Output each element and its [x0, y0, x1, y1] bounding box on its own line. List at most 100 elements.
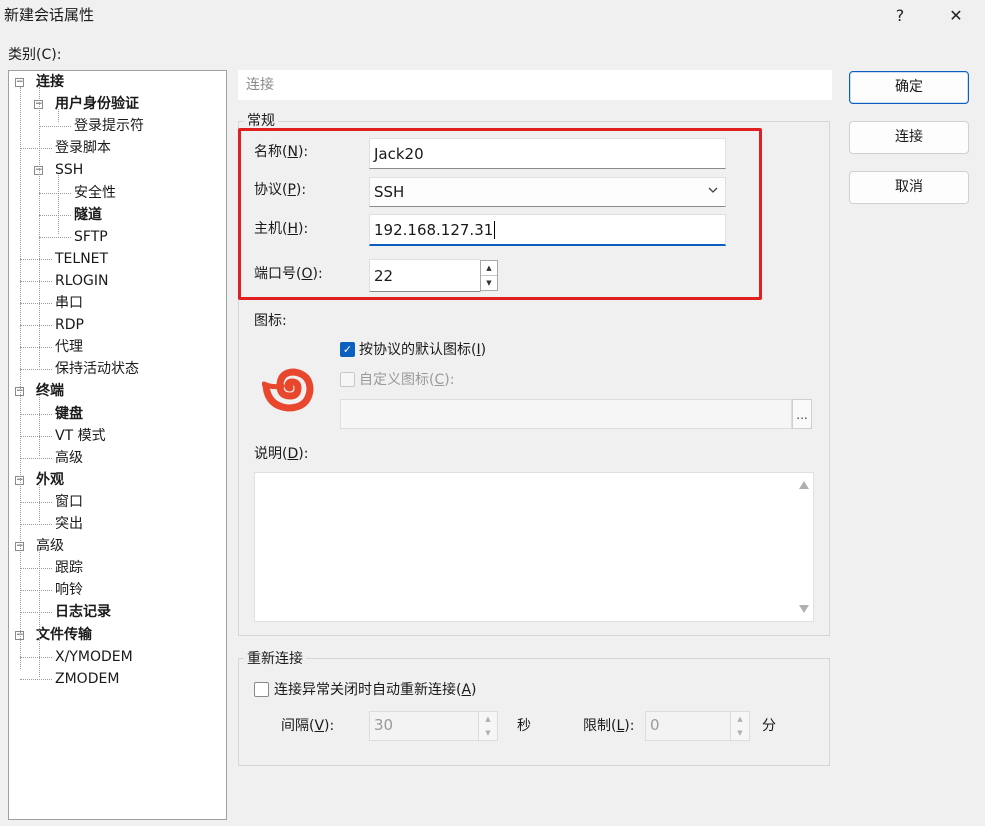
tree-item[interactable]: 登录脚本 — [55, 137, 111, 159]
auto-reconnect-label[interactable]: 连接异常关闭时自动重新连接(A) — [274, 680, 477, 700]
default-icon-label[interactable]: 按协议的默认图标(I) — [359, 340, 486, 360]
ok-button[interactable]: 确定 — [849, 71, 969, 104]
tree-connector — [39, 549, 40, 633]
tree-connector — [39, 192, 71, 194]
tree-connector — [58, 175, 59, 234]
limit-field: 0 — [645, 711, 731, 741]
limit-spinner: ▲ ▼ — [730, 711, 750, 741]
tree-connector — [20, 524, 52, 525]
spin-down-icon: ▼ — [485, 729, 491, 737]
tree-connector — [39, 126, 71, 128]
description-scrollbar[interactable] — [795, 473, 813, 621]
spin-up-icon: ▲ — [737, 715, 743, 723]
tree-item[interactable]: 代理 — [55, 336, 83, 358]
connect-button[interactable]: 连接 — [849, 121, 969, 154]
description-label: 说明(D): — [254, 444, 308, 464]
tree-item[interactable]: 文件传输 — [36, 624, 92, 646]
tree-item[interactable]: 终端 — [36, 380, 64, 402]
default-icon-checkbox[interactable]: ✓ — [340, 342, 355, 357]
interval-post: ): — [324, 718, 335, 734]
custom-icon-pre: 自定义图标( — [359, 372, 435, 388]
tree-item[interactable]: 跟踪 — [55, 557, 83, 579]
tree-item[interactable]: 突出 — [55, 513, 83, 535]
tree-connector — [20, 568, 52, 570]
desc-label-pre: 说明( — [254, 446, 288, 462]
scroll-down-icon[interactable] — [799, 605, 809, 613]
tree-item[interactable]: 保持活动状态 — [55, 358, 139, 380]
spin-up-icon: ▲ — [485, 715, 491, 723]
tree-item[interactable]: RDP — [55, 314, 84, 336]
tree-item[interactable]: 安全性 — [74, 182, 116, 204]
tree-item[interactable]: SFTP — [74, 226, 108, 248]
tree-connector — [20, 612, 52, 614]
help-button[interactable]: ? — [878, 0, 922, 30]
default-icon-pre: 按协议的默认图标( — [359, 342, 477, 358]
tree-item[interactable]: 高级 — [55, 447, 83, 469]
tree-connector — [39, 236, 71, 238]
tree-connector — [20, 501, 52, 503]
desc-hotkey: D — [287, 446, 299, 462]
reconnect-group-title: 重新连接 — [244, 650, 306, 668]
tree-connector — [20, 590, 52, 592]
interval-unit: 秒 — [517, 718, 531, 734]
category-tree[interactable]: 连接 − 用户身份验证 − 登录提示符 登录脚本 SSH − 安全性 隧道 SFTP TELNET RL… — [8, 70, 227, 820]
tree-connector — [20, 325, 52, 327]
desc-label-post: ): — [298, 446, 309, 462]
auto-reconnect-checkbox[interactable] — [254, 682, 269, 697]
tree-item[interactable]: VT 模式 — [55, 425, 106, 447]
tree-item[interactable]: 用户身份验证 — [55, 93, 139, 115]
custom-icon-hotkey: C — [434, 372, 445, 388]
swirl-shell-icon — [261, 366, 314, 412]
tree-item[interactable]: 外观 — [36, 469, 64, 491]
tree-item[interactable]: RLOGIN — [55, 270, 109, 292]
interval-label: 间隔(V): — [281, 716, 334, 736]
tree-item[interactable]: 登录提示符 — [74, 115, 144, 137]
limit-value: 0 — [650, 716, 660, 734]
limit-post: ): — [624, 718, 635, 734]
collapse-icon[interactable]: − — [15, 78, 24, 87]
tree-item[interactable]: 窗口 — [55, 491, 83, 513]
interval-spinner: ▲ ▼ — [478, 711, 498, 741]
tree-item[interactable]: 串口 — [55, 292, 83, 314]
tree-connector — [20, 413, 52, 415]
tree-item[interactable]: X/YMODEM — [55, 646, 133, 668]
browse-button[interactable]: ... — [792, 399, 812, 429]
tree-item[interactable]: 键盘 — [55, 403, 83, 425]
interval-value: 30 — [374, 716, 394, 734]
tree-connector — [20, 435, 52, 437]
default-icon-post: ) — [480, 342, 487, 358]
tree-connector — [20, 303, 52, 304]
tree-item[interactable]: SSH — [55, 159, 83, 181]
tree-connector — [20, 347, 52, 349]
icon-label: 图标: — [254, 313, 287, 329]
description-textarea[interactable] — [254, 472, 814, 622]
tree-connector — [20, 87, 21, 669]
limit-pre: 限制( — [583, 718, 617, 734]
tree-connector — [20, 148, 52, 150]
window-title: 新建会话属性 — [4, 6, 95, 24]
interval-field: 30 — [369, 711, 479, 741]
close-button[interactable]: ✕ — [934, 0, 978, 30]
custom-icon-checkbox[interactable] — [340, 372, 355, 387]
auto-post: ) — [471, 682, 477, 698]
cancel-button[interactable]: 取消 — [849, 171, 969, 204]
tree-connector — [20, 369, 52, 371]
tree-connector — [20, 457, 52, 459]
scroll-up-icon[interactable] — [799, 481, 809, 489]
tree-connector — [20, 280, 52, 282]
category-label: 类别(C): — [8, 44, 61, 64]
tree-item[interactable]: ZMODEM — [55, 668, 119, 690]
auto-pre: 连接异常关闭时自动重新连接( — [274, 682, 462, 698]
tree-connector — [20, 258, 52, 260]
tree-item[interactable]: TELNET — [55, 248, 108, 270]
path-display: 连接 — [238, 70, 832, 100]
tree-item[interactable]: 日志记录 — [55, 601, 111, 623]
interval-pre: 间隔( — [281, 718, 315, 734]
tree-connector — [20, 678, 52, 680]
interval-hotkey: V — [314, 718, 325, 734]
tree-item[interactable]: 高级 — [36, 535, 64, 557]
auto-hotkey: A — [461, 682, 472, 698]
tree-item[interactable]: 响铃 — [55, 579, 83, 601]
tree-item[interactable]: 连接 — [36, 71, 64, 93]
tree-item[interactable]: 隧道 — [74, 204, 102, 226]
